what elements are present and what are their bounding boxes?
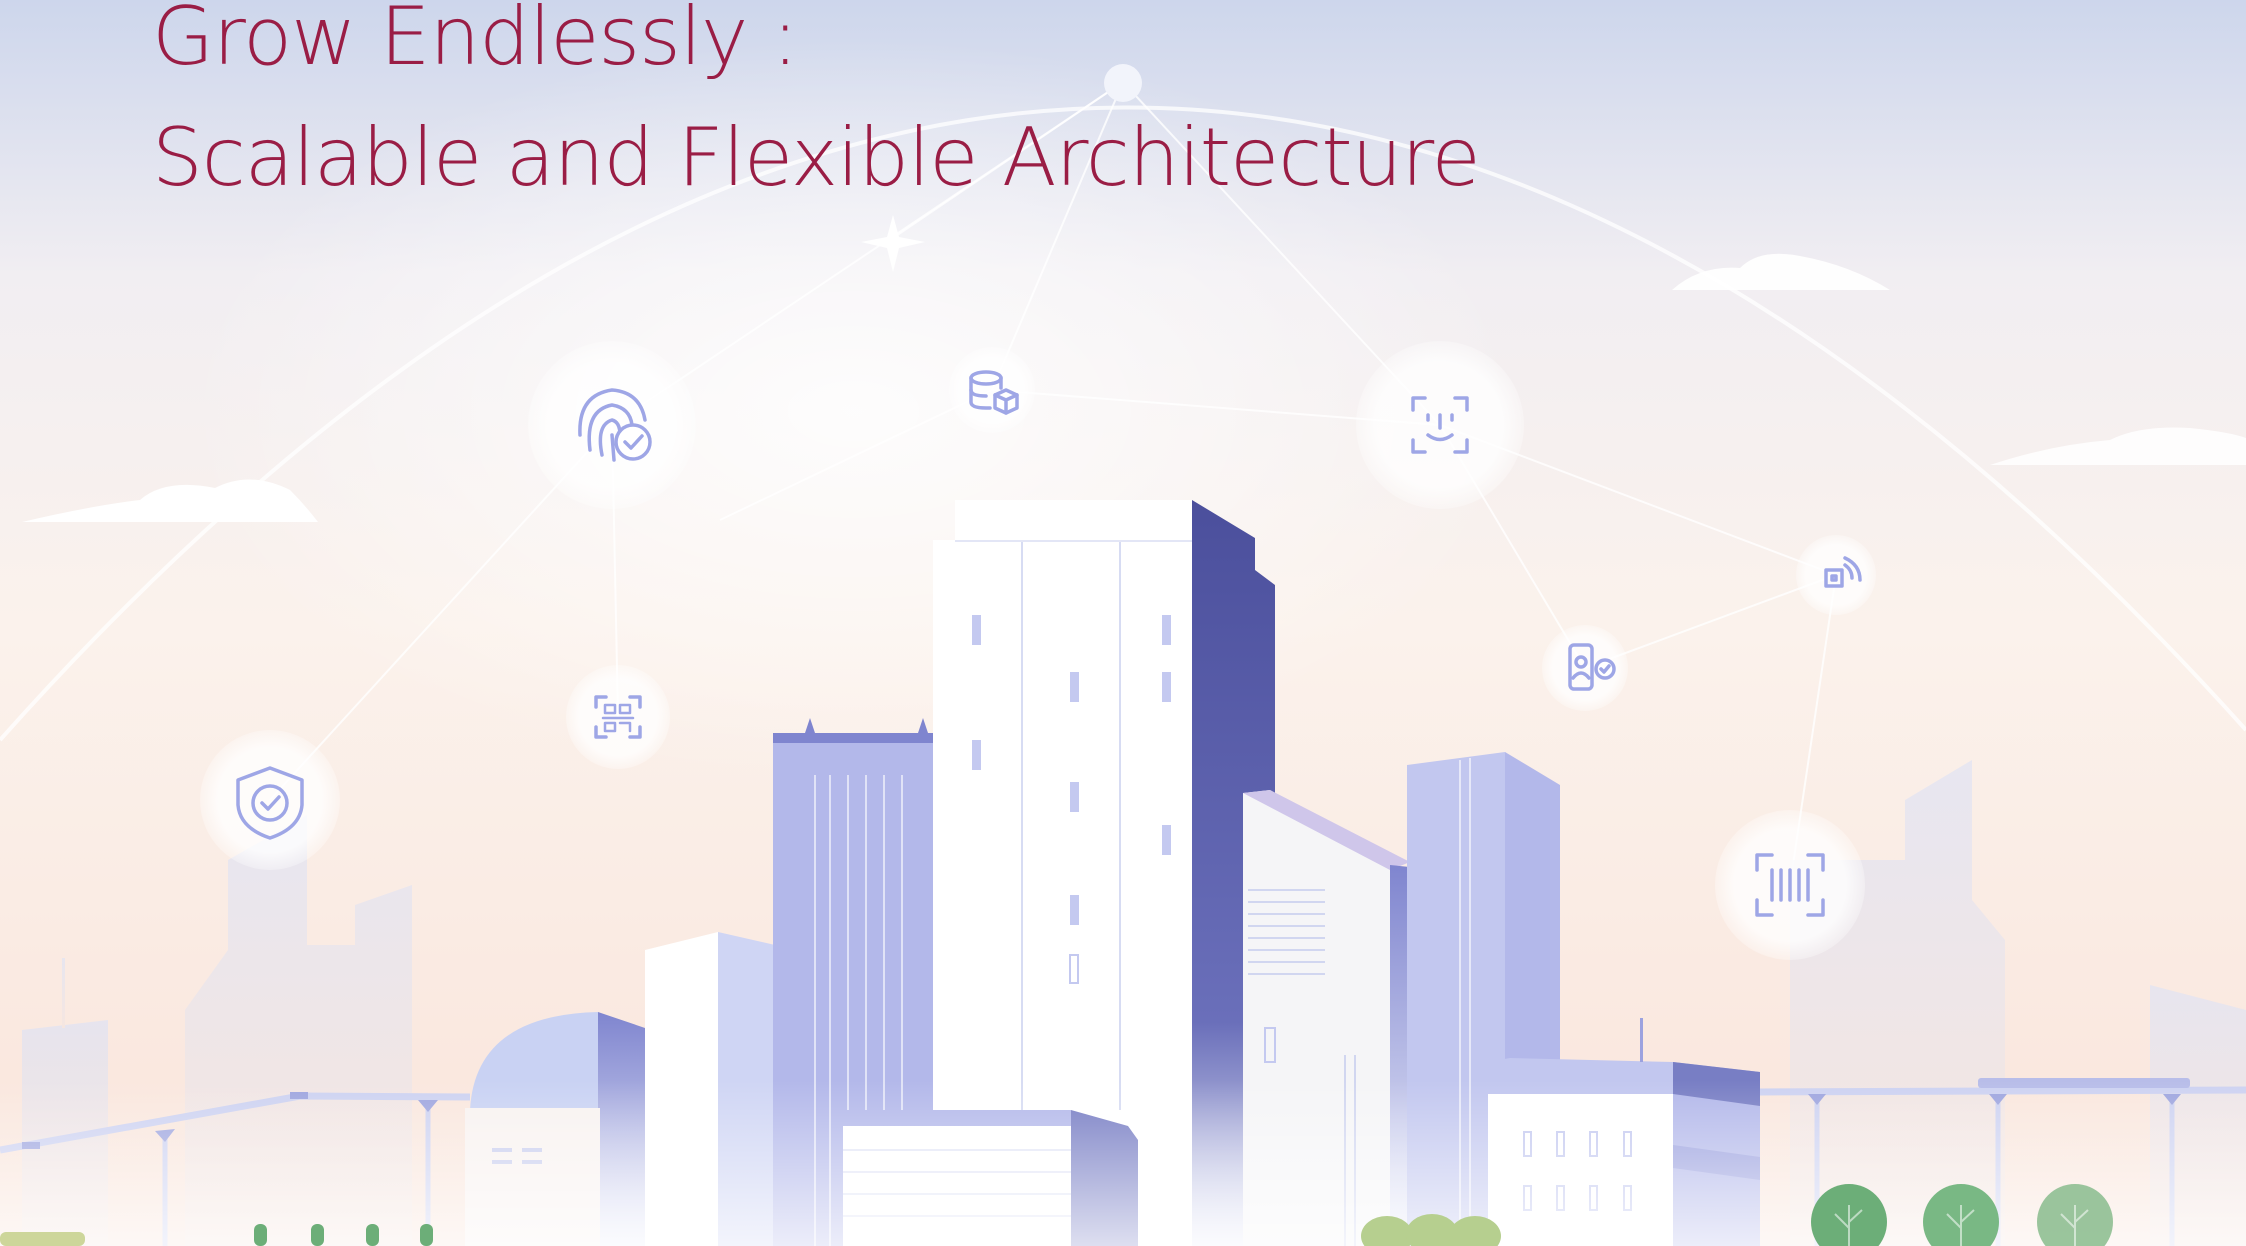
- fingerprint-check-icon: [528, 341, 696, 509]
- face-scan-icon: [1356, 341, 1524, 509]
- headline-line-1: Grow Endlessly :: [152, 0, 799, 83]
- headline-line-2: Scalable and Flexible Architecture: [152, 111, 1481, 204]
- hero-illustration: Grow Endlessly : Scalable and Flexible A…: [0, 0, 2246, 1246]
- nfc-tap-icon: [1796, 535, 1876, 615]
- qr-code-icon: [566, 665, 670, 769]
- database-box-icon: [949, 347, 1035, 433]
- network-node: [1104, 64, 1142, 102]
- shield-check-icon: [200, 730, 340, 870]
- barcode-scan-icon: [1715, 810, 1865, 960]
- phone-user-check-icon: [1542, 625, 1628, 711]
